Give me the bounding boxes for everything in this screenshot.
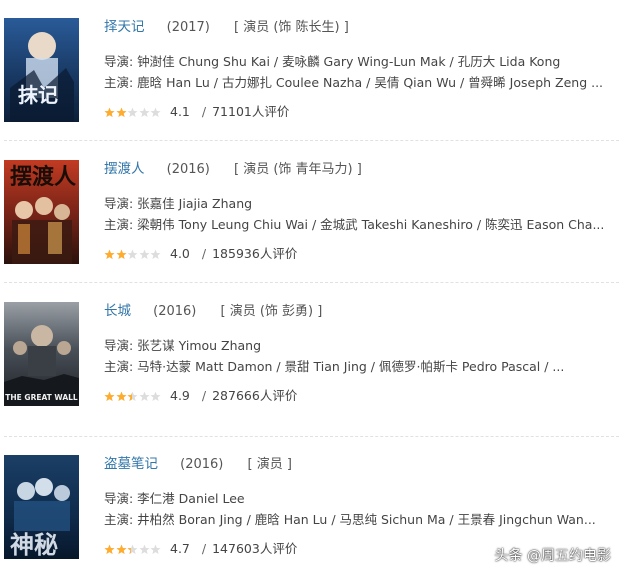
- star-icon: [116, 249, 127, 260]
- poster-caption: THE GREAT WALL: [5, 393, 78, 402]
- star-icon: [139, 249, 150, 260]
- film-info: 长城 (2016) [ 演员 (饰 彭勇) ] 导演: 张艺谋 Yimou Zh…: [104, 302, 619, 405]
- rating-separator: /: [201, 246, 207, 261]
- film-directors: 导演: 张嘉佳 Jiajia Zhang: [104, 196, 253, 211]
- film-year: (2016): [180, 457, 224, 472]
- star-icon: [127, 107, 138, 118]
- rating-score: 4.7: [170, 541, 190, 556]
- star-icon: [150, 107, 161, 118]
- title-row: 盗墓笔记 (2016) [ 演员 ]: [104, 455, 619, 474]
- title-row: 长城 (2016) [ 演员 (饰 彭勇) ]: [104, 302, 619, 321]
- star-rating: [104, 107, 161, 118]
- divider: [4, 282, 619, 283]
- rating-votes[interactable]: 71101人评价: [212, 103, 289, 121]
- film-directors: 导演: 李仁港 Daniel Lee: [104, 491, 245, 506]
- poster-daomubiji-icon: 神秘: [4, 455, 79, 559]
- list-item: 摆渡人 摆渡人 (2016) [ 演员 (饰 青年马力) ] 导演: 张嘉佳 J…: [0, 154, 623, 284]
- star-icon: [116, 107, 127, 118]
- rating-row: 4.1 / 71101人评价: [104, 103, 619, 121]
- poster-image[interactable]: 抹记: [4, 18, 79, 122]
- star-rating: [104, 544, 161, 555]
- poster-the-great-wall-icon: THE GREAT WALL: [4, 302, 79, 406]
- poster-image[interactable]: 摆渡人: [4, 160, 79, 264]
- film-year: (2016): [166, 162, 210, 177]
- poster-zetianji-icon: 抹记: [4, 18, 79, 122]
- film-cast: 主演: 梁朝伟 Tony Leung Chiu Wai / 金城武 Takesh…: [104, 217, 605, 232]
- rating-row: 4.9 / 287666人评价: [104, 387, 619, 405]
- star-icon: [139, 391, 150, 402]
- film-cast: 主演: 井柏然 Boran Jing / 鹿晗 Han Lu / 马思纯 Sic…: [104, 512, 596, 527]
- star-icon: [139, 107, 150, 118]
- film-title-link[interactable]: 盗墓笔记: [104, 456, 158, 472]
- list-item: THE GREAT WALL 长城 (2016) [ 演员 (饰 彭勇) ] 导…: [0, 296, 623, 426]
- rating-separator: /: [201, 388, 207, 403]
- star-icon: [150, 391, 161, 402]
- poster-image[interactable]: THE GREAT WALL: [4, 302, 79, 406]
- film-role: [ 演员 (饰 青年马力) ]: [234, 162, 362, 177]
- star-icon: [139, 544, 150, 555]
- film-role: [ 演员 ]: [247, 457, 292, 472]
- rating-separator: /: [201, 541, 207, 556]
- divider: [4, 436, 619, 437]
- rating-row: 4.0 / 185936人评价: [104, 245, 619, 263]
- star-icon: [104, 391, 115, 402]
- star-icon: [127, 391, 138, 402]
- film-title-link[interactable]: 摆渡人: [104, 161, 145, 177]
- title-row: 摆渡人 (2016) [ 演员 (饰 青年马力) ]: [104, 160, 619, 179]
- film-directors: 导演: 张艺谋 Yimou Zhang: [104, 338, 262, 353]
- film-cast: 主演: 鹿晗 Han Lu / 古力娜扎 Coulee Nazha / 吴倩 Q…: [104, 75, 604, 90]
- rating-votes[interactable]: 147603人评价: [212, 540, 297, 558]
- svg-text:抹记: 抹记: [18, 83, 58, 107]
- poster-caption: 神秘: [10, 530, 58, 559]
- star-icon: [127, 249, 138, 260]
- list-item: 抹记 择天记 (2017) [ 演员 (饰 陈长生) ] 导演: 钟澍佳 Chu…: [0, 12, 623, 142]
- divider: [4, 140, 619, 141]
- star-icon: [104, 249, 115, 260]
- star-rating: [104, 249, 161, 260]
- star-icon: [150, 249, 161, 260]
- film-role: [ 演员 (饰 彭勇) ]: [220, 304, 323, 319]
- poster-image[interactable]: 神秘: [4, 455, 79, 559]
- star-icon: [104, 544, 115, 555]
- poster-baiduren-icon: 摆渡人: [4, 160, 79, 264]
- film-info: 摆渡人 (2016) [ 演员 (饰 青年马力) ] 导演: 张嘉佳 Jiaji…: [104, 160, 619, 263]
- film-year: (2016): [153, 304, 197, 319]
- film-info: 择天记 (2017) [ 演员 (饰 陈长生) ] 导演: 钟澍佳 Chung …: [104, 18, 619, 121]
- film-title-link[interactable]: 择天记: [104, 19, 145, 35]
- film-year: (2017): [166, 20, 210, 35]
- title-row: 择天记 (2017) [ 演员 (饰 陈长生) ]: [104, 18, 619, 37]
- rating-score: 4.9: [170, 388, 190, 403]
- star-icon: [116, 544, 127, 555]
- rating-score: 4.0: [170, 246, 190, 261]
- film-directors: 导演: 钟澍佳 Chung Shu Kai / 麦咏麟 Gary Wing-Lu…: [104, 54, 561, 69]
- rating-score: 4.1: [170, 104, 190, 119]
- film-info: 盗墓笔记 (2016) [ 演员 ] 导演: 李仁港 Daniel Lee 主演…: [104, 455, 619, 558]
- film-cast: 主演: 马特·达蒙 Matt Damon / 景甜 Tian Jing / 佩德…: [104, 359, 565, 374]
- star-icon: [127, 544, 138, 555]
- rating-votes[interactable]: 185936人评价: [212, 245, 297, 263]
- rating-votes[interactable]: 287666人评价: [212, 387, 297, 405]
- svg-text:摆渡人: 摆渡人: [10, 164, 76, 190]
- star-icon: [150, 544, 161, 555]
- watermark-text: 头条 @周五约电影: [494, 548, 611, 564]
- star-icon: [104, 107, 115, 118]
- star-rating: [104, 391, 161, 402]
- rating-separator: /: [201, 104, 207, 119]
- film-title-link[interactable]: 长城: [104, 303, 131, 319]
- star-icon: [116, 391, 127, 402]
- film-role: [ 演员 (饰 陈长生) ]: [234, 20, 349, 35]
